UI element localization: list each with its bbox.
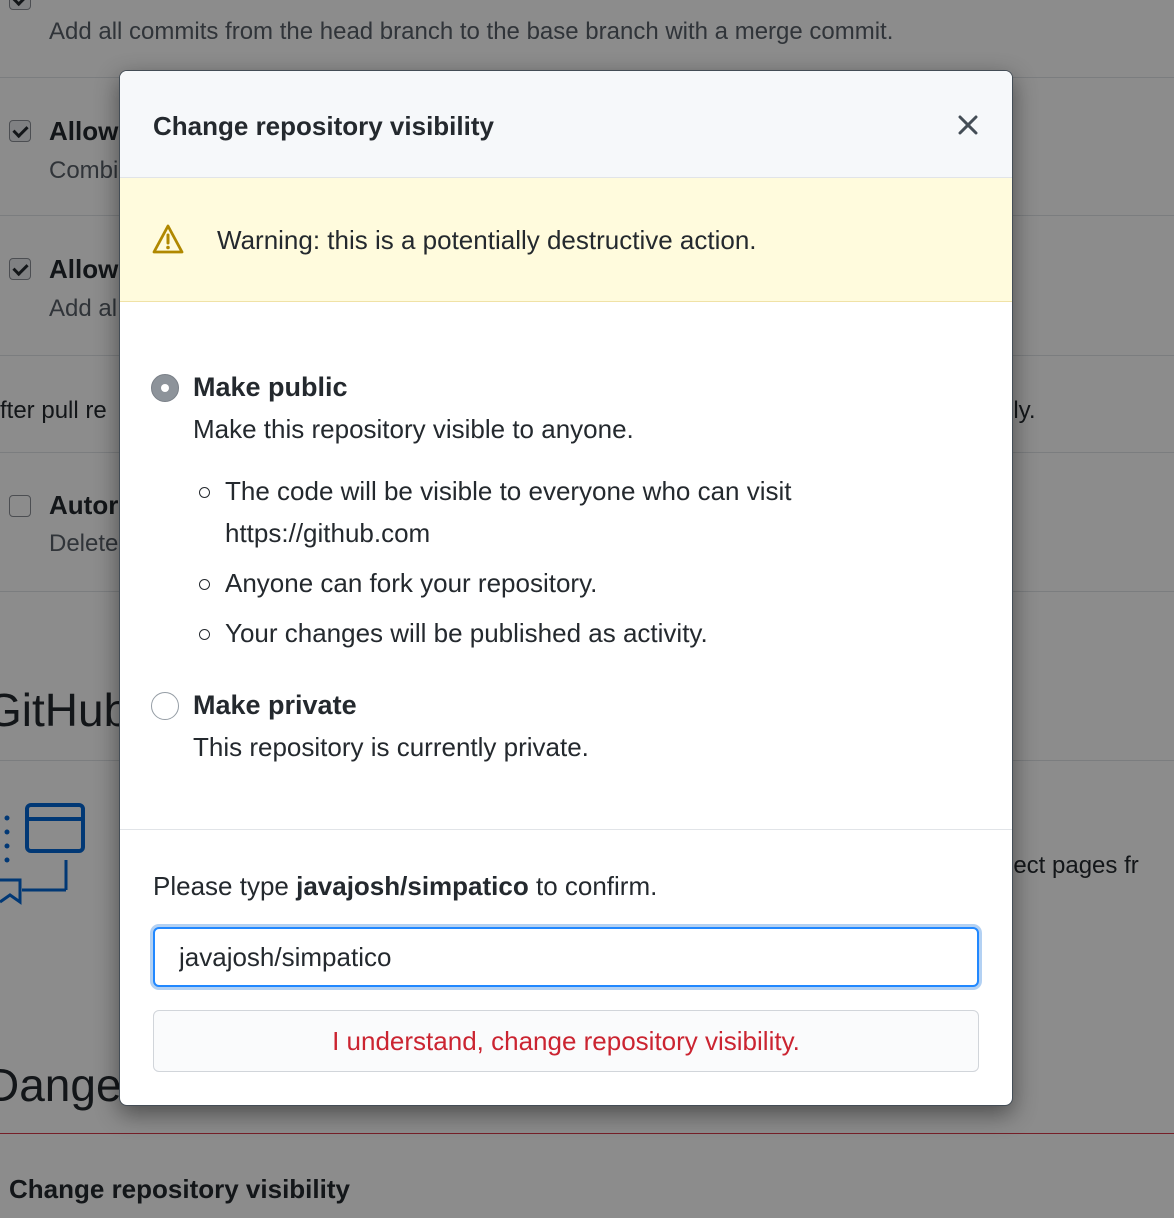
confirm-repo-name: javajosh/simpatico <box>296 871 529 901</box>
confirm-prompt: Please type javajosh/simpatico to confir… <box>153 871 657 902</box>
make-public-description: Make this repository visible to anyone. <box>193 414 634 444</box>
dialog-title: Change repository visibility <box>153 111 494 141</box>
warning-text: Warning: this is a potentially destructi… <box>217 225 757 255</box>
list-bullet <box>199 579 210 590</box>
close-button[interactable] <box>950 107 986 143</box>
public-bullet-item: Your changes will be published as activi… <box>225 618 708 648</box>
make-private-description: This repository is currently private. <box>193 732 589 762</box>
public-bullet-item: Anyone can fork your repository. <box>225 568 598 598</box>
make-public-label[interactable]: Make public <box>193 372 348 403</box>
make-private-label[interactable]: Make private <box>193 690 357 721</box>
list-bullet <box>199 487 210 498</box>
warning-flash: Warning: this is a potentially destructi… <box>120 178 1012 302</box>
make-public-radio[interactable] <box>151 374 179 402</box>
change-visibility-dialog: Change repository visibility Warning: th… <box>119 70 1013 1106</box>
alert-triangle-icon <box>152 224 184 254</box>
dialog-header: Change repository visibility <box>120 71 1012 178</box>
confirm-prompt-suffix: to confirm. <box>528 871 658 901</box>
public-bullet-item: The code will be visible to everyone who… <box>225 476 792 548</box>
visibility-options: Make public Make this repository visible… <box>120 302 1012 830</box>
x-icon <box>958 115 978 135</box>
confirm-prompt-prefix: Please type <box>153 871 297 901</box>
confirm-repo-name-input[interactable] <box>153 927 979 987</box>
list-bullet <box>199 629 210 640</box>
make-private-radio[interactable] <box>151 692 179 720</box>
confirm-change-visibility-button[interactable]: I understand, change repository visibili… <box>153 1010 979 1072</box>
